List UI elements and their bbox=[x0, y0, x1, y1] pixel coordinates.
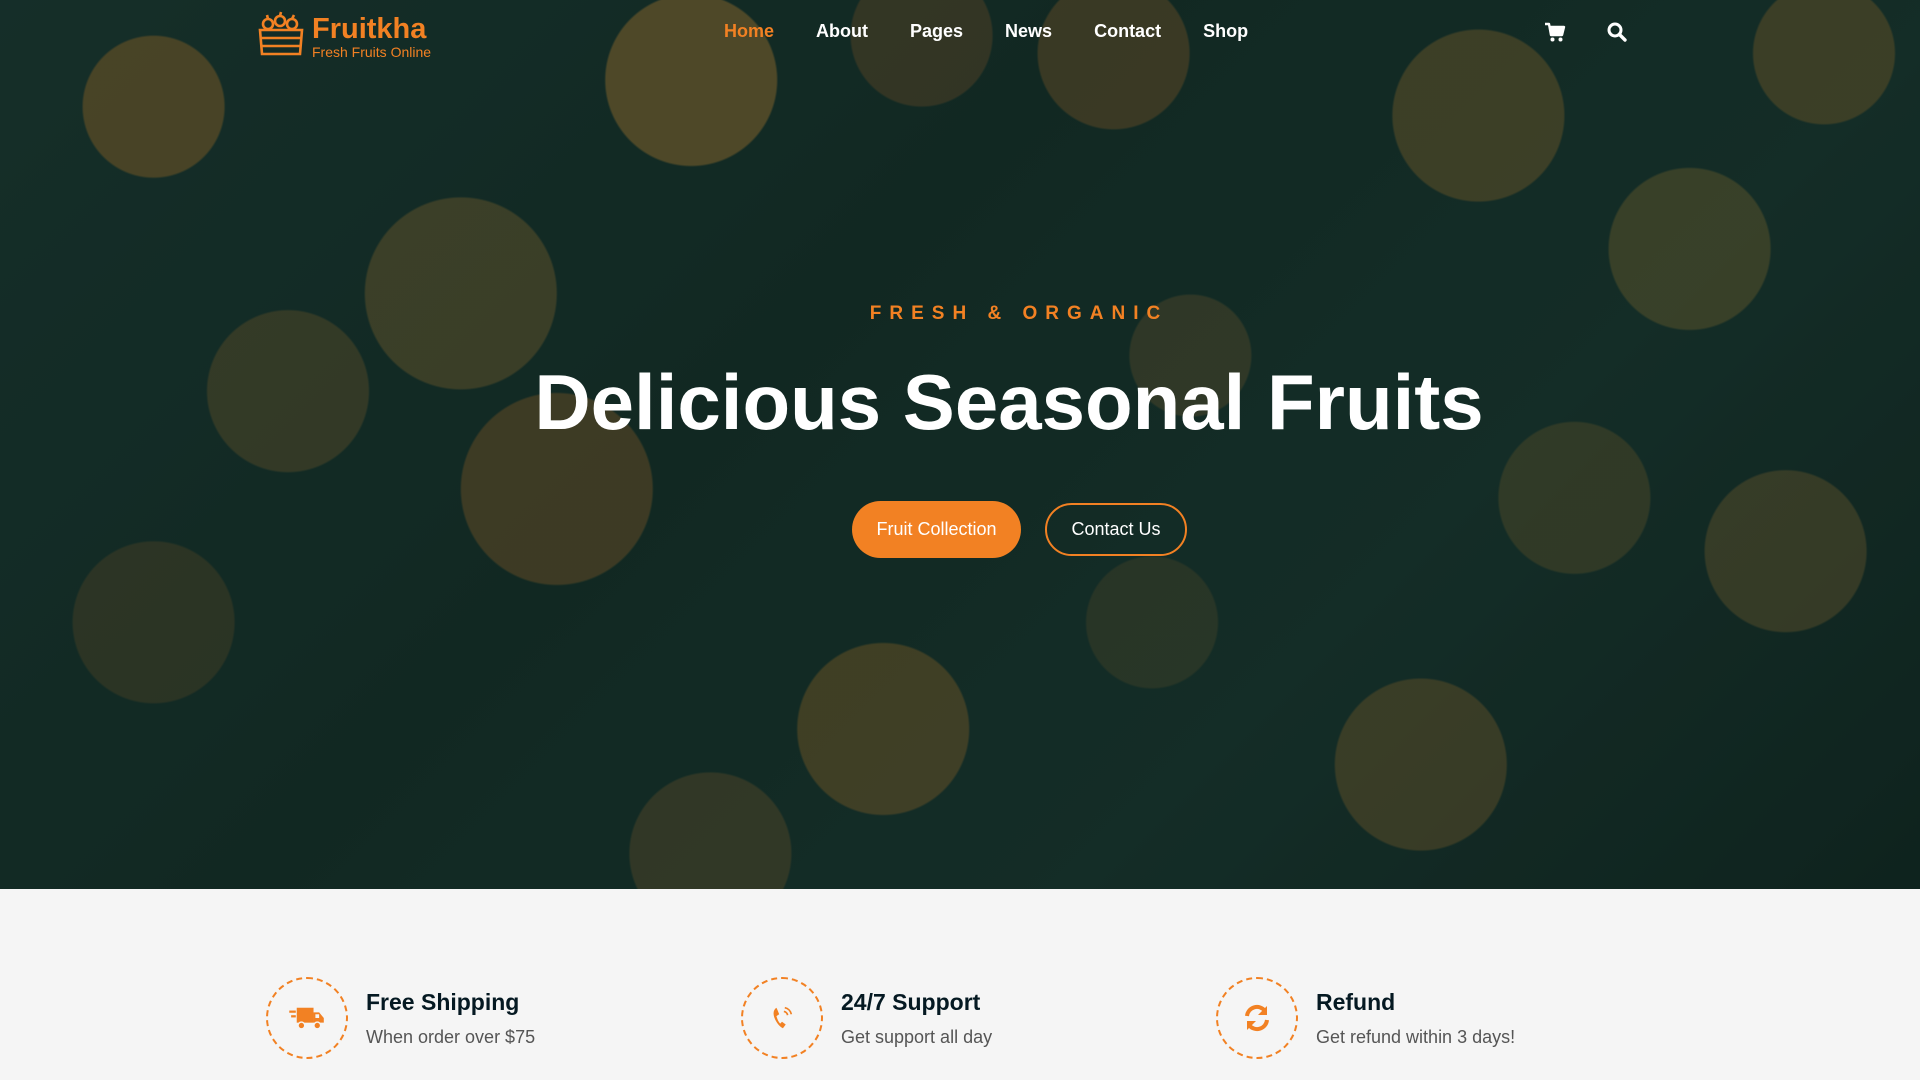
nav-home[interactable]: Home bbox=[724, 21, 774, 42]
hero-subtitle: FRESH & ORGANIC bbox=[869, 303, 1169, 324]
feature-free-shipping: Free Shipping When order over $75 bbox=[266, 977, 536, 1059]
header-icons bbox=[1544, 21, 1668, 43]
fruit-collection-button[interactable]: Fruit Collection bbox=[852, 501, 1021, 558]
feature-desc: Get refund within 3 days! bbox=[1316, 1027, 1516, 1047]
nav-contact[interactable]: Contact bbox=[1094, 21, 1161, 42]
feature-title: Refund bbox=[1316, 989, 1396, 1015]
feature-support: 24/7 Support Get support all day bbox=[741, 977, 993, 1059]
nav-shop[interactable]: Shop bbox=[1203, 21, 1248, 42]
feature-refund: Refund Get refund within 3 days! bbox=[1216, 977, 1516, 1059]
logo[interactable]: Fruitkha Fresh Fruits Online bbox=[256, 10, 431, 63]
phone-support-icon bbox=[741, 977, 823, 1059]
hero-headline: Delicious Seasonal Fruits bbox=[534, 358, 1484, 446]
feature-desc: Get support all day bbox=[841, 1027, 993, 1047]
hero-buttons: Fruit Collection Contact Us bbox=[852, 501, 1187, 558]
cart-icon[interactable] bbox=[1544, 21, 1566, 43]
refund-sync-icon bbox=[1216, 977, 1298, 1059]
shipping-truck-icon bbox=[266, 977, 348, 1059]
site-header: Fruitkha Fresh Fruits Online Home About … bbox=[0, 0, 1920, 64]
brand-tagline: Fresh Fruits Online bbox=[312, 43, 432, 60]
feature-title: 24/7 Support bbox=[841, 989, 981, 1015]
features-section: Free Shipping When order over $75 24/7 S… bbox=[0, 889, 1920, 1080]
main-nav: Home About Pages News Contact Shop bbox=[724, 21, 1290, 42]
feature-title: Free Shipping bbox=[366, 989, 520, 1015]
feature-desc: When order over $75 bbox=[366, 1027, 536, 1047]
nav-about[interactable]: About bbox=[816, 21, 868, 42]
nav-news[interactable]: News bbox=[1005, 21, 1052, 42]
brand-name: Fruitkha bbox=[312, 12, 427, 45]
fruit-crate-icon bbox=[256, 10, 306, 63]
search-icon[interactable] bbox=[1606, 21, 1628, 43]
contact-us-button[interactable]: Contact Us bbox=[1045, 503, 1187, 556]
nav-pages[interactable]: Pages bbox=[910, 21, 963, 42]
